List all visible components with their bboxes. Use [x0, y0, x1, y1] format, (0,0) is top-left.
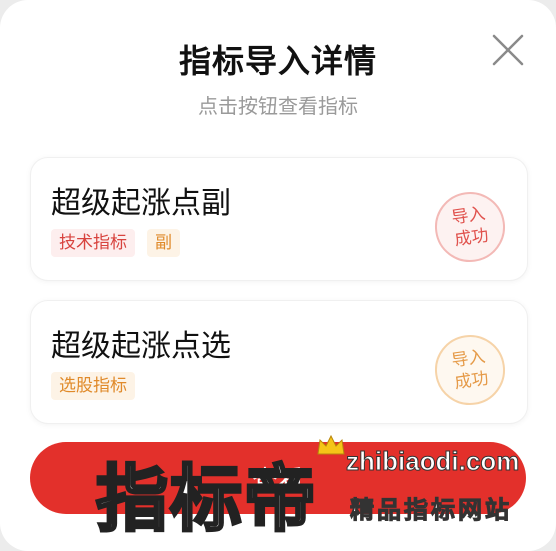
tag-sub: 副	[147, 229, 180, 257]
indicator-name: 超级起涨点副	[51, 186, 231, 221]
view-indicators-button[interactable]: 查看	[30, 442, 526, 514]
close-icon[interactable]	[490, 32, 526, 68]
dialog-subtitle: 点击按钮查看指标	[198, 94, 358, 118]
import-success-stamp: 导入 成功	[430, 330, 510, 410]
dialog-title: 指标导入详情	[178, 42, 377, 80]
indicator-tags: 技术指标 副	[51, 229, 180, 257]
stamp-line-2: 成功	[453, 368, 490, 394]
stamp-line-2: 成功	[453, 225, 490, 251]
tag-technical: 技术指标	[51, 229, 135, 257]
view-button-label: 查看	[251, 465, 304, 496]
import-details-dialog: 指标导入详情 点击按钮查看指标 超级起涨点副 技术指标 副 导入 成功 超级起涨…	[0, 0, 556, 551]
indicator-card[interactable]: 超级起涨点选 选股指标 导入 成功	[30, 300, 528, 424]
indicator-name: 超级起涨点选	[51, 329, 231, 364]
indicator-tags: 选股指标	[51, 372, 135, 400]
import-success-stamp: 导入 成功	[430, 187, 510, 267]
indicator-card[interactable]: 超级起涨点副 技术指标 副 导入 成功	[30, 157, 528, 281]
tag-stock-selection: 选股指标	[51, 372, 135, 400]
